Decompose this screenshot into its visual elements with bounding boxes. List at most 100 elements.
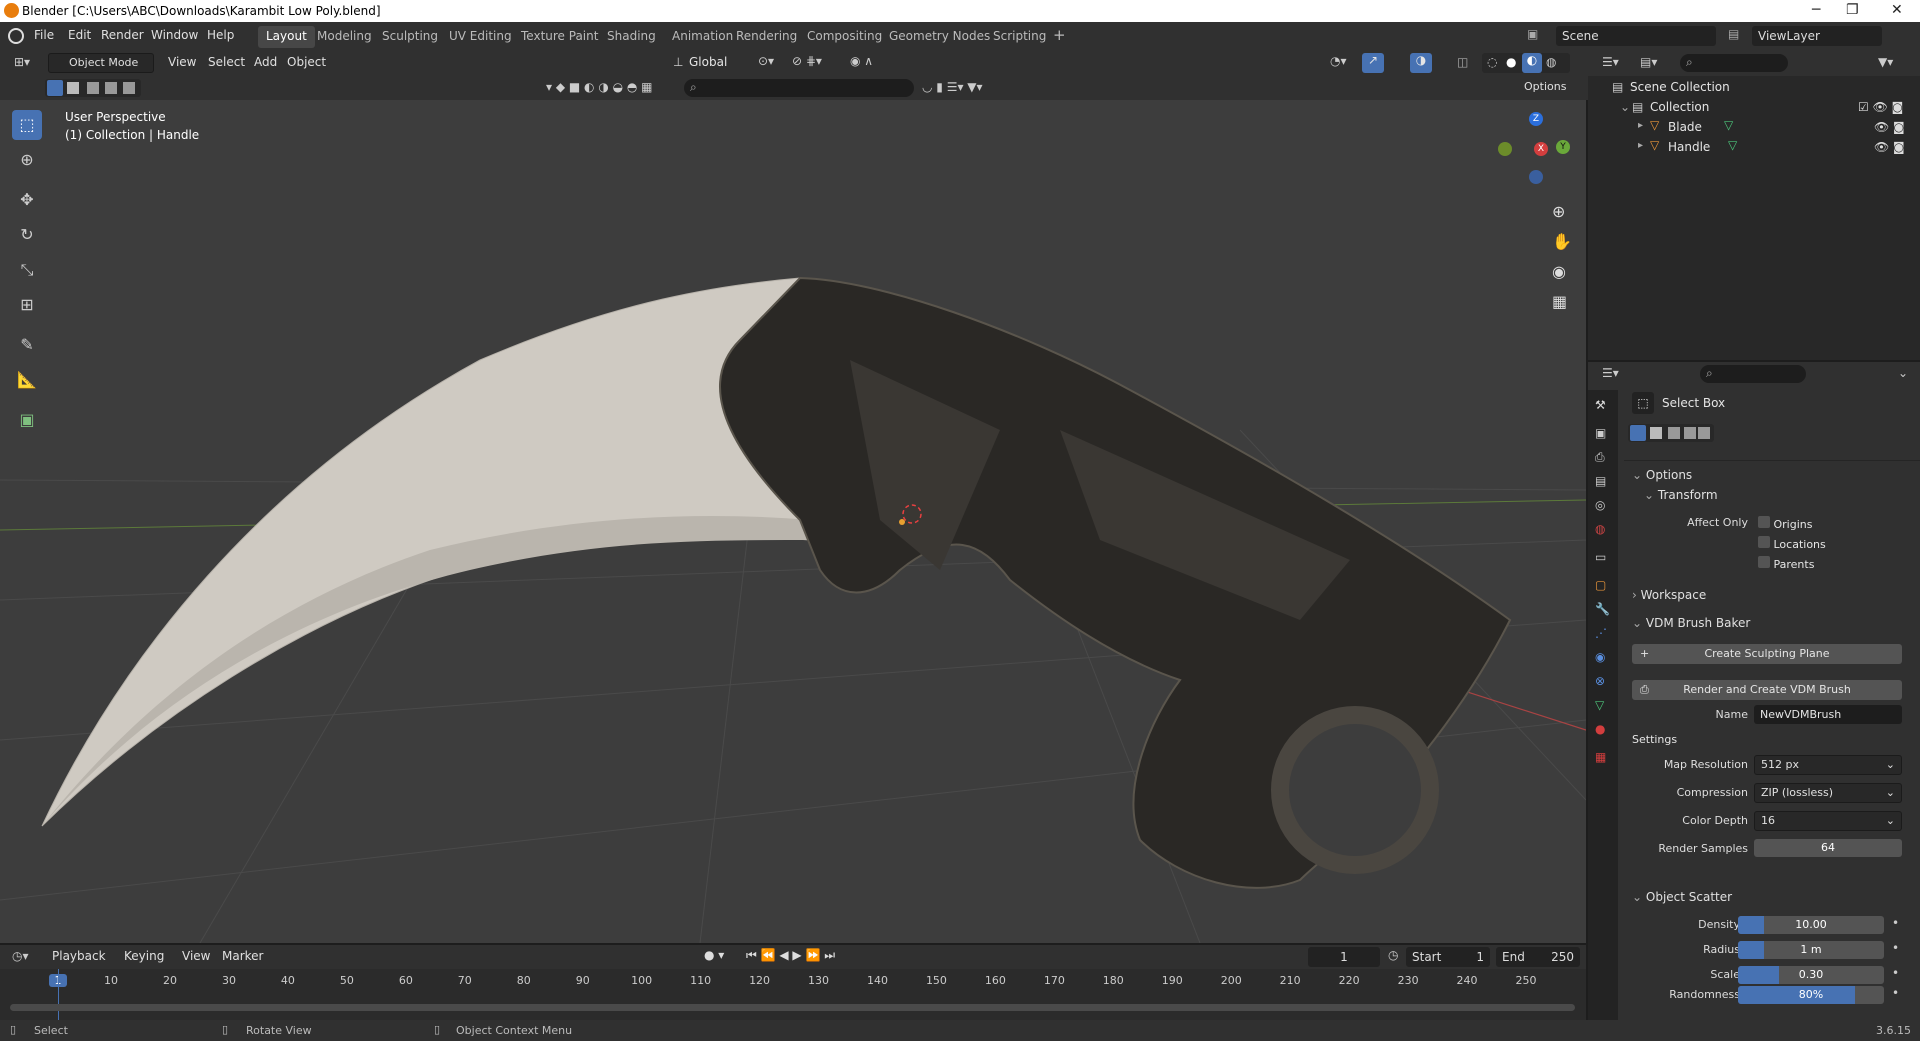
record-icon[interactable]: ● ▾	[704, 948, 724, 962]
tab-modeling[interactable]: Modeling	[317, 29, 372, 43]
viewport-menu-view[interactable]: View	[168, 55, 196, 69]
tool-tab-icon[interactable]: ⚒	[1595, 398, 1606, 412]
menu-help[interactable]: Help	[207, 28, 234, 42]
transform-tool-icon[interactable]: ⊞	[12, 290, 42, 320]
scale-keyframe-icon[interactable]: •	[1892, 966, 1899, 980]
scale-tool-icon[interactable]: ⤡	[12, 255, 42, 285]
menu-edit[interactable]: Edit	[68, 28, 91, 42]
pivot-icon[interactable]: ⊙▾	[758, 54, 774, 68]
gizmo-x-axis[interactable]: X	[1534, 142, 1548, 156]
editor-type-icon[interactable]: ⊞▾	[14, 55, 30, 69]
gizmo-y-axis[interactable]: Y	[1556, 140, 1570, 154]
radius-slider[interactable]: 1 m	[1738, 941, 1884, 959]
timeline-menu-playback[interactable]: Playback	[52, 949, 106, 963]
timeline-menu-marker[interactable]: Marker	[222, 949, 263, 963]
collection-checkbox-icon[interactable]: ☑ 👁 ◙	[1858, 100, 1903, 114]
handle-expand-icon[interactable]: ▸	[1638, 140, 1643, 151]
outliner-item-blade[interactable]: Blade	[1668, 120, 1702, 134]
menu-file[interactable]: File	[34, 28, 54, 42]
rotate-tool-icon[interactable]: ↻	[12, 220, 42, 250]
collection-tab-icon[interactable]: ▭	[1595, 550, 1606, 564]
constraints-tab-icon[interactable]: ⊗	[1595, 674, 1605, 688]
gizmo-neg-y[interactable]	[1498, 142, 1512, 156]
annotate-tool-icon[interactable]: ✎	[12, 330, 42, 360]
affect-locations-checkbox[interactable]: Locations	[1758, 536, 1826, 551]
camera-view-icon[interactable]: ◉	[1552, 262, 1566, 281]
vdm-panel-header[interactable]: ⌄ VDM Brush Baker	[1632, 616, 1750, 630]
properties-search-input[interactable]: ⌕	[1700, 365, 1806, 383]
workspace-panel-header[interactable]: › Workspace	[1632, 588, 1706, 602]
menu-window[interactable]: Window	[151, 28, 198, 42]
compression-dropdown[interactable]: ZIP (lossless) ⌄	[1754, 783, 1902, 803]
rendered-shading-icon[interactable]: ◍	[1546, 55, 1556, 69]
wireframe-shading-icon[interactable]: ◌	[1487, 55, 1497, 69]
tab-rendering[interactable]: Rendering	[736, 29, 797, 43]
affect-parents-checkbox[interactable]: Parents	[1758, 556, 1814, 571]
pan-hand-icon[interactable]: ✋	[1552, 232, 1572, 251]
zoom-icon[interactable]: ⊕	[1552, 202, 1565, 221]
scene-tab-icon[interactable]: ◎	[1595, 498, 1605, 512]
render-create-vdm-button[interactable]: ⎙ Render and Create VDM Brush	[1632, 680, 1902, 700]
perspective-toggle-icon[interactable]: ▦	[1552, 292, 1567, 311]
outliner-filter-icon[interactable]: ▼▾	[1878, 55, 1893, 69]
tab-uv-editing[interactable]: UV Editing	[449, 29, 512, 43]
view-filters-icon[interactable]: ◡ ▮ ☰▾ ▼▾	[922, 80, 983, 94]
view-layer-tab-icon[interactable]: ▤	[1595, 474, 1606, 488]
gizmo-toggle-icon[interactable]: ↗	[1362, 53, 1384, 73]
handle-visibility-icon[interactable]: 👁 ◙	[1874, 140, 1905, 154]
viewport-menu-add[interactable]: Add	[254, 55, 277, 69]
navigation-gizmo[interactable]: Z Y X	[1498, 112, 1578, 192]
start-frame-field[interactable]: Start 1	[1406, 947, 1490, 967]
properties-options-icon[interactable]: ⌄	[1898, 366, 1908, 380]
clock-icon[interactable]: ◷	[1388, 948, 1398, 962]
tab-sculpting[interactable]: Sculpting	[382, 29, 438, 43]
outliner-scene-collection[interactable]: Scene Collection	[1630, 80, 1730, 94]
timeline-menu-keying[interactable]: Keying	[124, 949, 164, 963]
options-panel-header[interactable]: ⌄ Options	[1632, 468, 1692, 482]
tab-compositing[interactable]: Compositing	[807, 29, 882, 43]
outliner-collection[interactable]: Collection	[1650, 100, 1709, 114]
snap-icon[interactable]: ⊘ ⋕▾	[792, 54, 822, 68]
props-set-selection-icon[interactable]	[1630, 425, 1646, 441]
set-new-selection-icon[interactable]	[47, 80, 63, 96]
scene-field[interactable]: Scene	[1556, 26, 1716, 46]
transform-subpanel-header[interactable]: ⌄ Transform	[1644, 488, 1718, 502]
gizmo-z-axis[interactable]: Z	[1529, 112, 1543, 126]
tab-animation[interactable]: Animation	[672, 29, 733, 43]
add-cube-tool-icon[interactable]: ▣	[12, 405, 42, 435]
timeline-area[interactable]: 1102030405060708090100110120130140150160…	[0, 969, 1586, 1020]
object-tab-icon[interactable]: ▢	[1595, 578, 1606, 592]
object-mode-dropdown[interactable]: Object Mode	[48, 53, 154, 73]
measure-tool-icon[interactable]: 📐	[12, 365, 42, 395]
scene-icon[interactable]: ▣	[1527, 27, 1538, 41]
world-tab-icon[interactable]: ◍	[1595, 522, 1605, 536]
outliner-search-input[interactable]: ⌕	[1680, 54, 1788, 72]
create-sculpting-plane-button[interactable]: + Create Sculpting Plane	[1632, 644, 1902, 664]
blade-visibility-icon[interactable]: 👁 ◙	[1874, 120, 1905, 134]
viewport-menu-object[interactable]: Object	[287, 55, 326, 69]
tab-scripting[interactable]: Scripting	[993, 29, 1046, 43]
props-extend-selection-icon[interactable]	[1650, 427, 1662, 439]
timeline-menu-view[interactable]: View	[182, 949, 210, 963]
move-tool-icon[interactable]: ✥	[12, 185, 42, 215]
outliner-item-handle[interactable]: Handle	[1668, 140, 1710, 154]
render-tab-icon[interactable]: ▣	[1595, 426, 1606, 440]
playback-controls-icon[interactable]: ⏮ ⏪ ◀ ▶ ⏩ ⏭	[746, 948, 835, 963]
timeline-scrollbar[interactable]	[10, 1004, 1575, 1011]
end-frame-field[interactable]: End 250	[1496, 947, 1580, 967]
intersect-selection-icon[interactable]	[123, 82, 135, 94]
modifier-tab-icon[interactable]: 🔧	[1595, 602, 1610, 616]
tab-shading[interactable]: Shading	[607, 29, 656, 43]
view-layer-icon[interactable]: ▤	[1728, 27, 1739, 41]
3d-viewport[interactable]: User Perspective (1) Collection | Handle…	[0, 100, 1586, 943]
density-slider[interactable]: 10.00	[1738, 916, 1884, 934]
props-intersect-selection-icon[interactable]	[1698, 427, 1710, 439]
outliner-editor-icon[interactable]: ☰▾	[1602, 55, 1619, 69]
tab-layout[interactable]: Layout	[258, 26, 315, 48]
options-dropdown[interactable]: Options	[1518, 78, 1580, 98]
visibility-icon[interactable]: ◔▾	[1330, 54, 1347, 68]
add-workspace-button[interactable]: +	[1053, 26, 1066, 44]
close-window-button[interactable]: ✕	[1891, 2, 1903, 18]
density-keyframe-icon[interactable]: •	[1892, 916, 1899, 930]
current-frame-field[interactable]: 1	[1308, 947, 1380, 967]
